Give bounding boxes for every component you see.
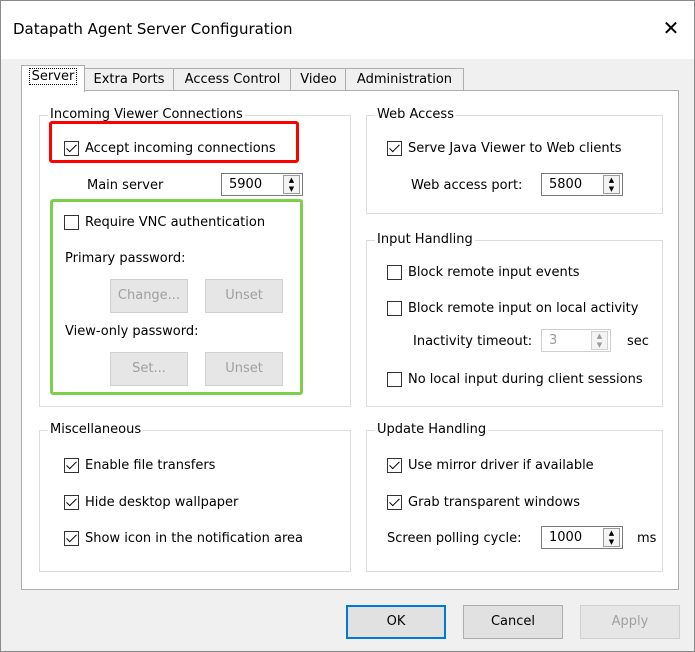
polling-unit-label: ms <box>637 531 657 546</box>
spin-up-icon[interactable]: ▲ <box>604 529 619 537</box>
inactivity-timeout-spinner[interactable]: 3 ▲ ▼ <box>541 329 611 352</box>
screen-polling-label: Screen polling cycle: <box>387 531 522 546</box>
checkbox-checked-icon <box>387 458 402 473</box>
tab-access-control[interactable]: Access Control <box>173 68 292 91</box>
tab-video[interactable]: Video <box>290 68 347 91</box>
input-handling-group: Input Handling Block remote input events… <box>366 232 663 407</box>
tab-administration[interactable]: Administration <box>345 68 464 91</box>
spin-down-icon[interactable]: ▼ <box>592 341 607 349</box>
inactivity-timeout-label: Inactivity timeout: <box>413 334 533 349</box>
web-access-title: Web Access <box>375 107 456 122</box>
web-access-port-spinner[interactable]: 5800 ▲ ▼ <box>541 173 623 196</box>
block-remote-input-checkbox[interactable]: Block remote input events <box>387 265 580 280</box>
main-server-label: Main server <box>87 178 164 193</box>
tab-server[interactable]: Server <box>21 65 85 92</box>
input-handling-title: Input Handling <box>375 232 475 247</box>
cancel-button[interactable]: Cancel <box>463 605 563 639</box>
title-bar: Datapath Agent Server Configuration ✕ <box>1 1 694 59</box>
spin-down-icon[interactable]: ▼ <box>604 185 619 193</box>
checkbox-checked-icon <box>387 141 402 156</box>
checkbox-checked-icon <box>64 458 79 473</box>
serve-java-viewer-checkbox[interactable]: Serve Java Viewer to Web clients <box>387 141 621 156</box>
web-access-port-label: Web access port: <box>411 178 523 193</box>
spin-down-icon[interactable]: ▼ <box>284 185 299 193</box>
block-on-local-activity-checkbox[interactable]: Block remote input on local activity <box>387 301 638 316</box>
checkbox-unchecked-icon <box>387 265 402 280</box>
checkbox-unchecked-icon <box>387 301 402 316</box>
spin-up-icon[interactable]: ▲ <box>284 176 299 184</box>
incoming-connections-title: Incoming Viewer Connections <box>48 107 245 122</box>
spin-up-icon[interactable]: ▲ <box>604 176 619 184</box>
show-notification-icon-checkbox[interactable]: Show icon in the notification area <box>64 531 303 546</box>
miscellaneous-title: Miscellaneous <box>48 422 144 437</box>
ok-button[interactable]: OK <box>346 605 446 639</box>
highlight-green-box <box>50 199 303 395</box>
screen-polling-spinner[interactable]: 1000 ▲ ▼ <box>541 526 623 549</box>
inactivity-unit-label: sec <box>627 334 649 349</box>
spin-up-icon[interactable]: ▲ <box>592 332 607 340</box>
checkbox-checked-icon <box>64 495 79 510</box>
update-handling-title: Update Handling <box>375 422 489 437</box>
apply-button[interactable]: Apply <box>580 605 680 639</box>
tab-extra-ports[interactable]: Extra Ports <box>83 68 175 91</box>
checkbox-checked-icon <box>64 531 79 546</box>
spin-down-icon[interactable]: ▼ <box>604 538 619 546</box>
enable-file-transfers-checkbox[interactable]: Enable file transfers <box>64 458 215 473</box>
close-icon[interactable]: ✕ <box>656 13 686 43</box>
main-server-port-spinner[interactable]: 5900 ▲ ▼ <box>221 173 303 196</box>
checkbox-checked-icon <box>387 495 402 510</box>
highlight-red-box <box>49 121 299 163</box>
update-handling-group: Update Handling Use mirror driver if ava… <box>366 422 663 572</box>
grab-transparent-windows-checkbox[interactable]: Grab transparent windows <box>387 495 580 510</box>
hide-desktop-wallpaper-checkbox[interactable]: Hide desktop wallpaper <box>64 495 238 510</box>
window-title: Datapath Agent Server Configuration <box>13 20 293 38</box>
web-access-group: Web Access Serve Java Viewer to Web clie… <box>366 107 663 214</box>
no-local-input-checkbox[interactable]: No local input during client sessions <box>387 372 643 387</box>
use-mirror-driver-checkbox[interactable]: Use mirror driver if available <box>387 458 594 473</box>
miscellaneous-group: Miscellaneous Enable file transfers Hide… <box>39 422 351 572</box>
config-dialog: Datapath Agent Server Configuration ✕ Se… <box>0 0 695 652</box>
checkbox-unchecked-icon <box>387 372 402 387</box>
